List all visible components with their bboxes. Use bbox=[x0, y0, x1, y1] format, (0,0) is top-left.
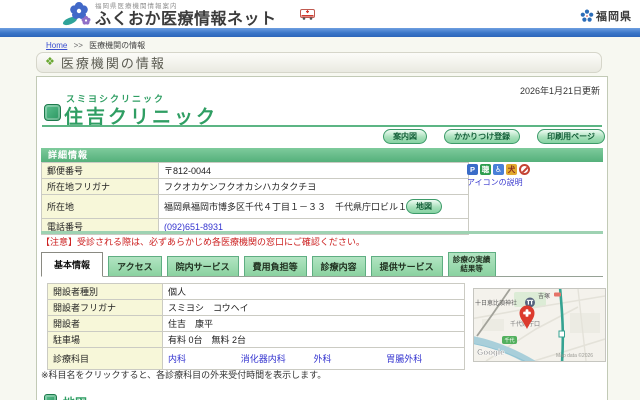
table-row: 診療科目 内科 消化器内科 外科 胃腸外科 bbox=[47, 347, 465, 370]
header-divider-bar bbox=[0, 28, 640, 37]
divider bbox=[42, 125, 602, 127]
route-badge-text: 千代 bbox=[504, 337, 514, 344]
subject-link-geka[interactable]: 外科 bbox=[314, 352, 387, 365]
row-label: 開設者フリガナ bbox=[47, 299, 163, 316]
breadcrumb: Home >> 医療機関の情報 bbox=[46, 40, 145, 51]
tab-costs[interactable]: 費用負担等 bbox=[243, 256, 307, 276]
row-value: 個人 bbox=[162, 283, 465, 300]
parking-icon: P bbox=[467, 164, 478, 175]
breadcrumb-separator: >> bbox=[73, 41, 83, 50]
guide-map-button[interactable]: 案内図 bbox=[383, 129, 428, 144]
table-row: 開設者フリガナ スミヨシ コウヘイ bbox=[47, 299, 465, 316]
footnote: ※科目名をクリックすると、各診療科目の外来受付時間を表示します。 bbox=[41, 370, 327, 380]
tab-results[interactable]: 診療の実績結果等 bbox=[447, 252, 496, 276]
row-value: スミヨシ コウヘイ bbox=[162, 299, 465, 316]
table-row: 開設者 住吉 康平 bbox=[47, 315, 465, 332]
row-label: 駐車場 bbox=[47, 331, 163, 348]
partial-section-heading: 地図 bbox=[44, 394, 87, 400]
tab-hospital-services[interactable]: 院内サービス bbox=[166, 256, 239, 276]
fukuoka-pref-logo[interactable]: 福岡県 bbox=[580, 8, 632, 24]
map-canvas: 吉塚 十日恵比須神社 千代県庁口 千代 Google Map data © bbox=[469, 286, 606, 368]
table-row: 所在地フリガナ フクオカケンフクオカシハカタクチヨ bbox=[41, 178, 469, 195]
tab-bar: 基本情報 アクセス 院内サービス 費用負担等 診療内容 提供サービス 診療の実績… bbox=[41, 249, 603, 277]
action-buttons: 案内図 かかりつけ登録 印刷用ページ bbox=[383, 129, 605, 144]
row-value: 内科 消化器内科 外科 胃腸外科 bbox=[162, 347, 465, 370]
icon-legend-link[interactable]: アイコンの説明 bbox=[467, 177, 523, 188]
breadcrumb-current: 医療機関の情報 bbox=[89, 41, 146, 50]
hearing-icon: 聴 bbox=[480, 164, 491, 175]
wheelchair-icon: ♿ bbox=[493, 164, 504, 175]
row-value: 福岡県福岡市博多区千代４丁目１－３３ 千代県庁口ビル１Ｆ 地図 bbox=[158, 194, 469, 219]
subject-link-naika[interactable]: 内科 bbox=[168, 352, 241, 365]
updated-date: 2026年1月21日更新 bbox=[519, 86, 600, 96]
tab-services[interactable]: 提供サービス bbox=[370, 256, 443, 276]
divider bbox=[41, 231, 603, 234]
address-text: 福岡県福岡市博多区千代４丁目１－３３ 千代県庁口ビル１Ｆ bbox=[164, 202, 417, 212]
clinic-marker-icon bbox=[44, 104, 61, 121]
row-label: 所在地 bbox=[41, 194, 159, 219]
assist-dog-icon: 犬 bbox=[506, 164, 517, 175]
partial-heading-text: 地図 bbox=[63, 394, 87, 400]
row-value: 住吉 康平 bbox=[162, 315, 465, 332]
row-label: 開設者種別 bbox=[47, 283, 163, 300]
main-panel: 2026年1月21日更新 スミヨシクリニック 住吉クリニック 案内図 かかりつけ… bbox=[36, 76, 608, 400]
row-label: 所在地フリガナ bbox=[41, 178, 159, 195]
row-value: フクオカケンフクオカシハカタクチヨ bbox=[158, 178, 469, 195]
site-title: ふくおか医療情報ネット bbox=[95, 11, 277, 28]
details-table: 郵便番号 〒812-0044 所在地フリガナ フクオカケンフクオカシハカタクチヨ… bbox=[41, 162, 469, 235]
site-subtitle: 福岡県医療機関情報案内 bbox=[95, 3, 178, 10]
row-label: 開設者 bbox=[47, 315, 163, 332]
table-row: 郵便番号 〒812-0044 bbox=[41, 162, 469, 179]
row-value: 有料 0台 無料 2台 bbox=[162, 331, 465, 348]
section-title: 医療機関の情報 bbox=[60, 56, 166, 71]
no-smoking-icon bbox=[519, 164, 530, 175]
site-header: 福岡県医療機関情報案内 ふくおか医療情報ネット 福岡県 bbox=[0, 0, 640, 28]
tab-access[interactable]: アクセス bbox=[108, 256, 162, 276]
location-map[interactable]: 吉塚 十日恵比須神社 千代県庁口 千代 Google Map data © bbox=[469, 286, 606, 368]
phone-link[interactable]: (092)651-8931 bbox=[164, 222, 223, 232]
section-marker-icon bbox=[44, 394, 57, 400]
subject-link-ichogeka[interactable]: 胃腸外科 bbox=[386, 352, 459, 365]
family-doctor-register-button[interactable]: かかりつけ登録 bbox=[444, 129, 521, 144]
amenity-icons: P 聴 ♿ 犬 bbox=[467, 164, 530, 175]
google-logo: Google bbox=[477, 348, 505, 357]
table-row: 駐車場 有料 0台 無料 2台 bbox=[47, 331, 465, 348]
details-heading: 詳細情報 bbox=[41, 148, 603, 162]
row-value: 〒812-0044 bbox=[158, 162, 469, 179]
subject-link-shokakinaika[interactable]: 消化器内科 bbox=[241, 352, 314, 365]
page: 福岡県医療機関情報案内 ふくおか医療情報ネット 福岡県 Home >> 医療機関… bbox=[0, 0, 640, 400]
row-label: 診療科目 bbox=[47, 347, 163, 370]
row-label: 郵便番号 bbox=[41, 162, 159, 179]
tab-basic-info[interactable]: 基本情報 bbox=[41, 252, 104, 277]
print-page-button[interactable]: 印刷用ページ bbox=[537, 129, 605, 144]
section-header: ❖ 医療機関の情報 bbox=[36, 52, 602, 73]
pref-emblem-icon bbox=[580, 9, 594, 22]
flower-logo-icon bbox=[62, 2, 91, 26]
map-button[interactable]: 地図 bbox=[406, 199, 442, 214]
map-copyright: Map data ©2026 bbox=[556, 352, 593, 359]
tab-treatment[interactable]: 診療内容 bbox=[311, 256, 366, 276]
notice-text: 【注意】受診される際は、必ずあらかじめ各医療機関の窓口にご確認ください。 bbox=[41, 237, 365, 247]
ambulance-icon[interactable] bbox=[300, 9, 315, 20]
site-logo[interactable]: 福岡県医療機関情報案内 ふくおか医療情報ネット bbox=[62, 1, 277, 28]
table-row: 所在地 福岡県福岡市博多区千代４丁目１－３３ 千代県庁口ビル１Ｆ 地図 bbox=[41, 194, 469, 219]
pref-name: 福岡県 bbox=[596, 11, 632, 23]
breadcrumb-home-link[interactable]: Home bbox=[46, 41, 67, 50]
map-label-shrine: 十日恵比須神社 bbox=[475, 299, 517, 307]
basic-info-table: 開設者種別 個人 開設者フリガナ スミヨシ コウヘイ 開設者 住吉 康平 駐車場… bbox=[47, 283, 465, 370]
map-label-yoshizuka: 吉塚 bbox=[538, 292, 550, 300]
clover-icon: ❖ bbox=[45, 56, 55, 68]
table-row: 開設者種別 個人 bbox=[47, 283, 465, 300]
